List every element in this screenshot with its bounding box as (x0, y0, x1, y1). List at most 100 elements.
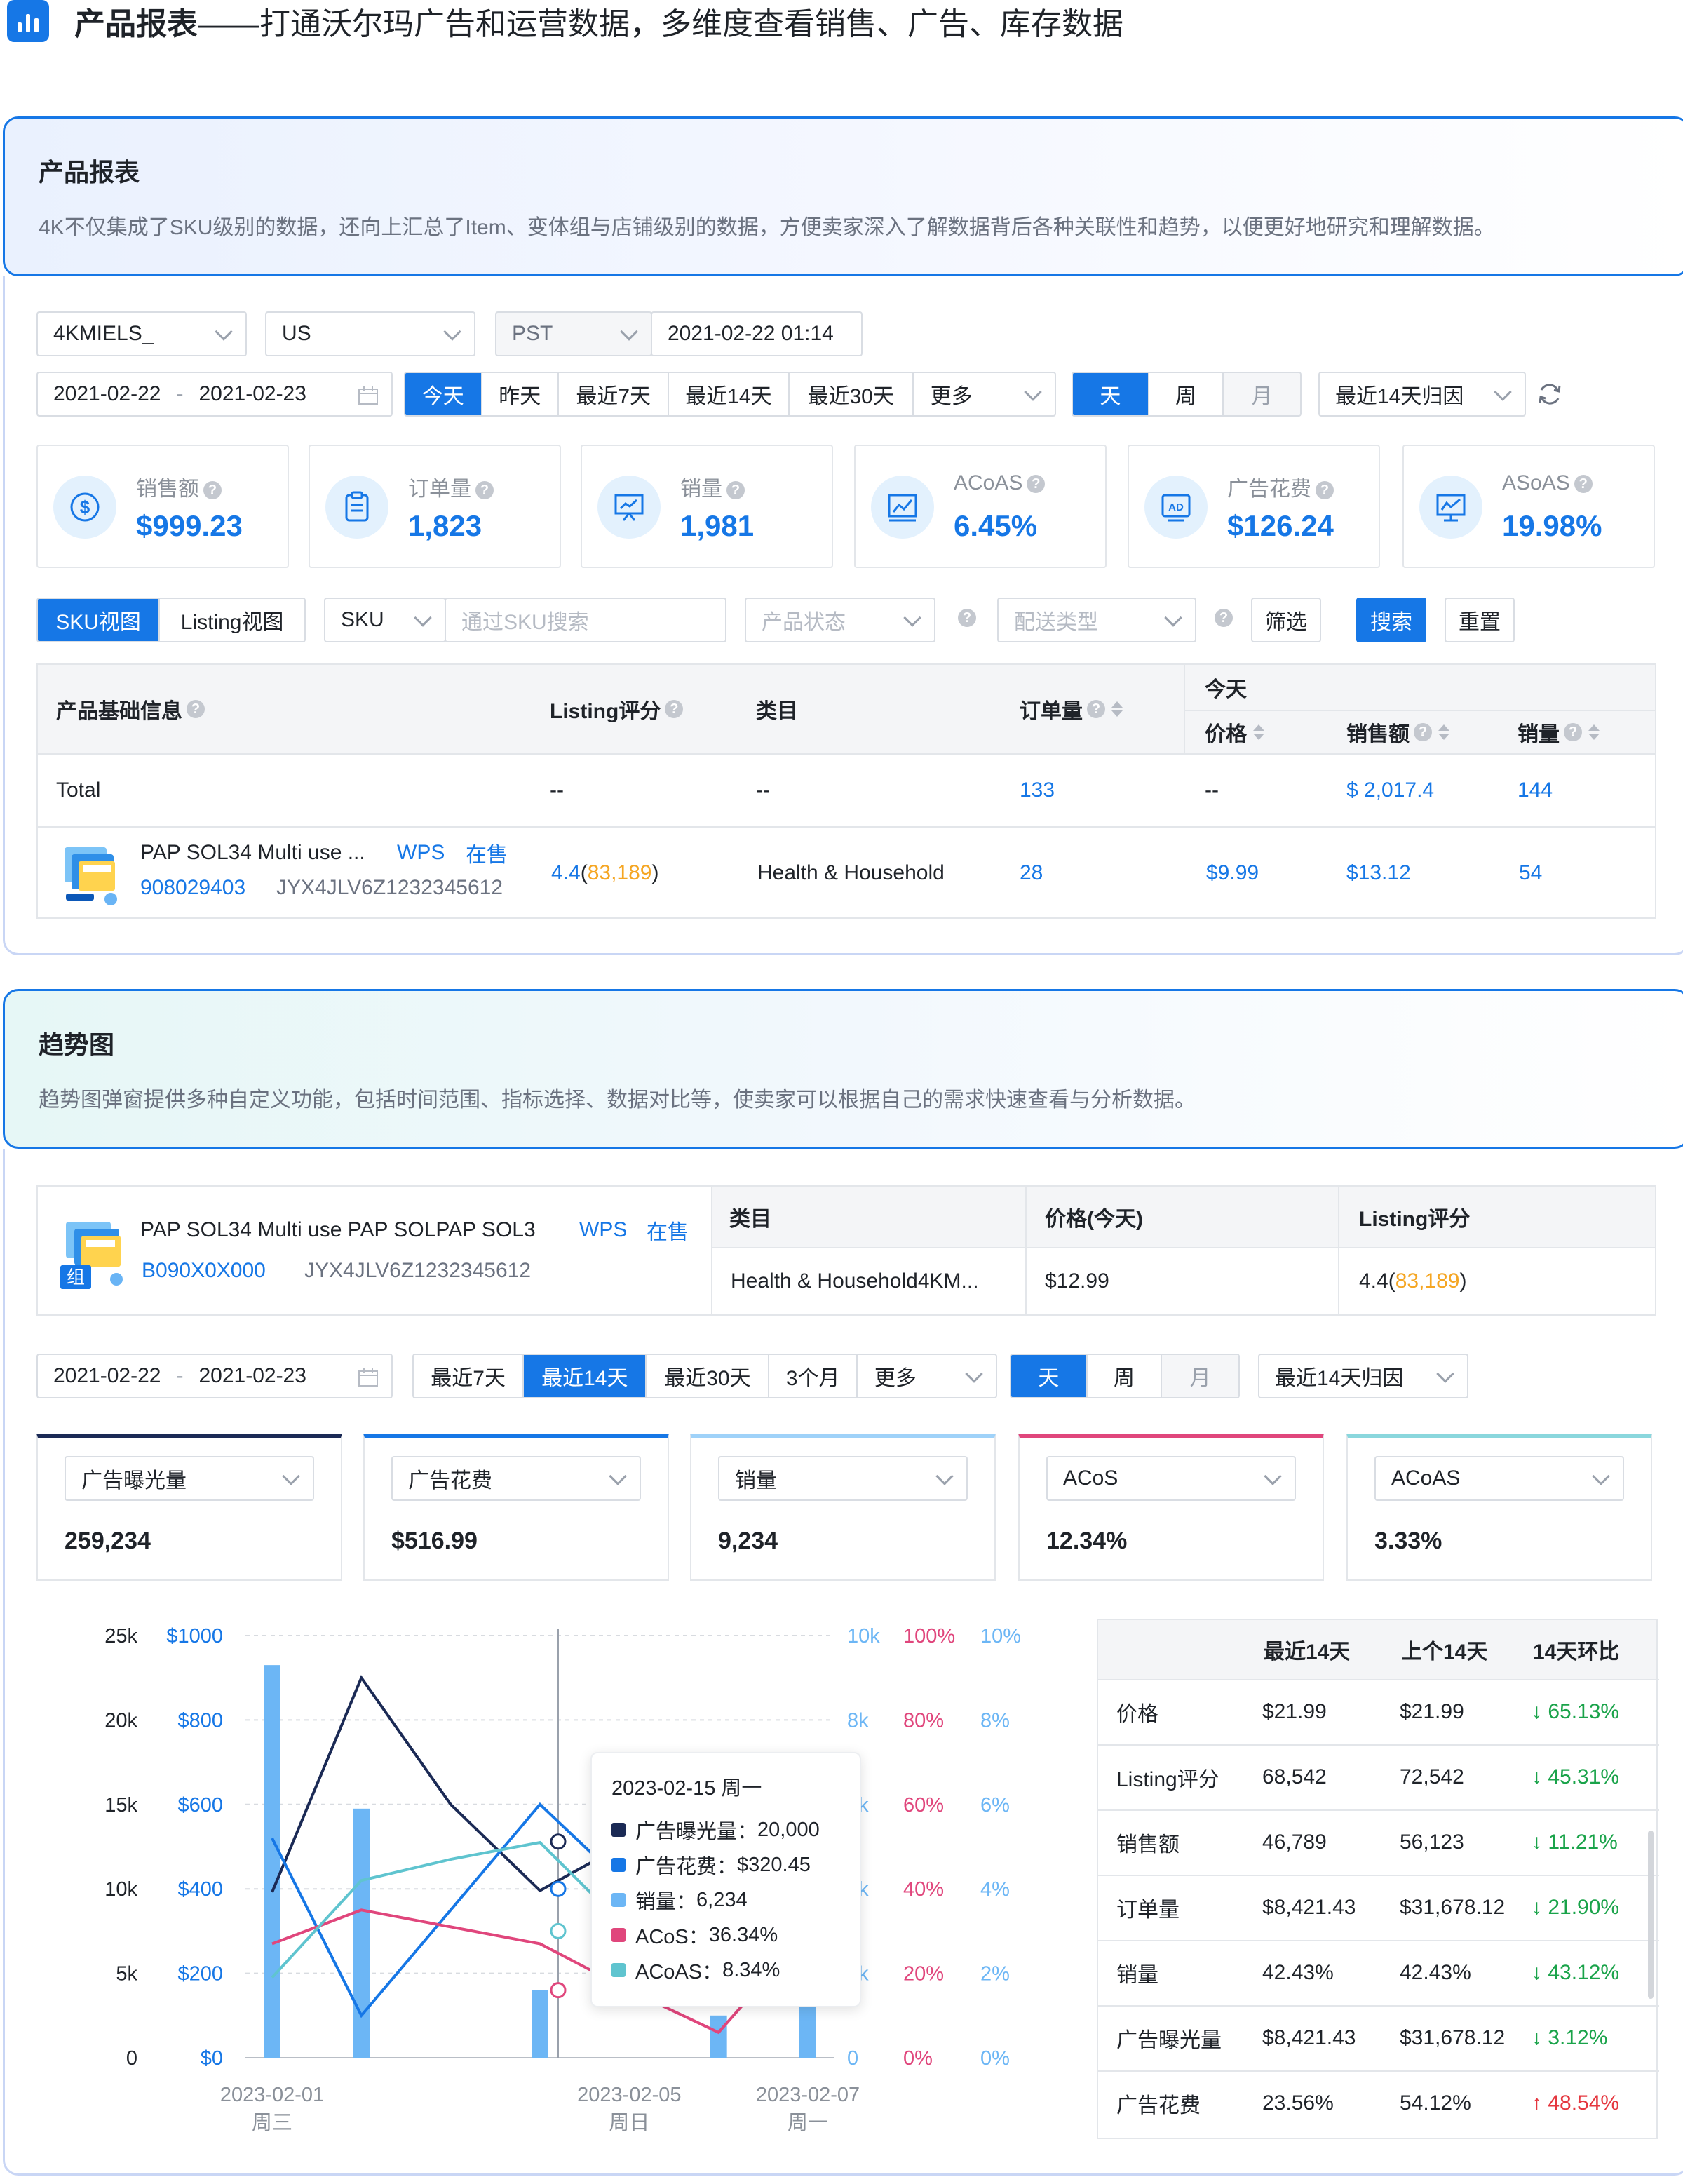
gran-day[interactable]: 天 (1073, 373, 1149, 415)
product-id[interactable]: 908029403 (140, 871, 245, 905)
col-product-info: 产品基础信息? (56, 665, 205, 753)
trend-chart[interactable]: 25k 20k 15k 10k 5k 0 $1000 $800 $600 $400 $200 $0 10… (28, 1606, 1066, 2153)
store-select[interactable]: 4KMIELS_ (36, 311, 247, 356)
range-7d[interactable]: 最近7天 (559, 373, 670, 415)
axis-tick-label: 8k (847, 1709, 869, 1732)
comparison-table: 最近14天 上个14天 14天环比 价格 $21.99 $21.99 ↓ 65.13%… (1097, 1619, 1659, 2139)
axis-tick-label: $0 (201, 2047, 223, 2070)
range-more[interactable]: 更多 (914, 373, 1055, 415)
col-orders[interactable]: 订单量? (1020, 665, 1125, 753)
tooltip-row: ACoAS： 8.34% (611, 1953, 840, 1988)
axis-tick-label: 10k (104, 1878, 137, 1901)
tab-sku-view[interactable]: SKU视图 (38, 599, 161, 641)
sort-icon[interactable] (1586, 722, 1602, 742)
range-yesterday[interactable]: 昨天 (482, 373, 560, 415)
help-icon[interactable]: ? (726, 481, 745, 500)
metric-select[interactable]: ACoAS (1374, 1456, 1624, 1501)
attribution-select[interactable]: 最近14天归因 (1258, 1354, 1468, 1398)
range-14d[interactable]: 最近14天 (524, 1355, 647, 1397)
metric-value: 9,234 (718, 1528, 778, 1554)
status-select[interactable]: 产品状态 (745, 598, 935, 642)
attribution-select[interactable]: 最近14天归因 (1318, 372, 1526, 417)
help-icon[interactable]: ? (187, 700, 205, 718)
range-30d[interactable]: 最近30天 (790, 373, 914, 415)
help-icon[interactable]: ? (1414, 723, 1432, 741)
total-orders: 133 (1020, 778, 1055, 802)
range-7d[interactable]: 最近7天 (414, 1355, 525, 1397)
range-3m[interactable]: 3个月 (769, 1355, 858, 1397)
help-icon[interactable]: ? (203, 481, 222, 500)
gran-month[interactable]: 月 (1162, 1355, 1238, 1397)
help-icon[interactable]: ? (475, 481, 494, 500)
row-last-14d: $8,421.43 (1262, 2026, 1356, 2049)
sort-icon[interactable] (1251, 722, 1266, 742)
ship-type-select[interactable]: 配送类型 (997, 598, 1196, 642)
sort-icon[interactable] (1109, 699, 1125, 719)
help-icon[interactable]: ? (1316, 481, 1334, 500)
row-prev-14d: $21.99 (1400, 1700, 1464, 1723)
product-thumbnail[interactable] (59, 840, 126, 908)
product-thumbnail[interactable]: 组 (59, 1216, 136, 1293)
help-icon[interactable]: ? (1574, 475, 1593, 494)
refresh-icon[interactable] (1537, 382, 1562, 407)
timezone-select[interactable]: PST (495, 311, 652, 356)
help-icon[interactable]: ? (1564, 723, 1582, 741)
metric-card-acoas: ACoAS 3.33% (1346, 1434, 1652, 1581)
axis-tick-label: $400 (177, 1878, 223, 1901)
tab-listing-view[interactable]: Listing视图 (160, 599, 304, 641)
date-range-picker[interactable]: 2021-02-22-2021-02-23 (36, 372, 393, 417)
sort-icon[interactable] (1436, 722, 1452, 742)
axis-tick-label: $200 (177, 1963, 223, 1986)
chevron-down-icon (443, 323, 461, 341)
range-more[interactable]: 更多 (858, 1355, 996, 1397)
gran-month[interactable]: 月 (1224, 373, 1300, 415)
quick-range-group: 最近7天 最近14天 最近30天 3个月 更多 (412, 1354, 997, 1398)
col-sales[interactable]: 销售额? (1346, 711, 1452, 753)
chevron-down-icon (903, 609, 921, 627)
product-id[interactable]: B090X0X000 (142, 1251, 266, 1290)
x-tick-day: 周一 (788, 2110, 828, 2134)
date-range-picker[interactable]: 2021-02-22-2021-02-23 (36, 1354, 393, 1398)
axis-tick-label: 20k (104, 1709, 137, 1732)
gran-week[interactable]: 周 (1088, 1355, 1163, 1397)
product-name[interactable]: PAP SOL34 Multi use PAP SOLPAP SOL3 (140, 1211, 536, 1250)
legend-swatch (611, 1823, 626, 1837)
search-type-select[interactable]: SKU (324, 598, 446, 642)
range-30d[interactable]: 最近30天 (647, 1355, 770, 1397)
help-icon[interactable]: ? (1087, 700, 1105, 718)
kpi-value: $999.23 (136, 509, 243, 542)
row-label: 广告花费 (1116, 2094, 1201, 2117)
table-row: 价格 $21.99 $21.99 ↓ 65.13% (1098, 1679, 1659, 1744)
kpi-card: 销量? 1,981 (581, 445, 833, 568)
search-input[interactable]: 通过SKU搜索 (445, 598, 726, 642)
gran-day[interactable]: 天 (1011, 1355, 1088, 1397)
axis-tick-label: $1000 (166, 1625, 223, 1647)
help-icon[interactable]: ? (665, 700, 684, 718)
scrollbar[interactable] (1648, 1831, 1654, 1999)
kpi-card: ASoAS? 19.98% (1402, 445, 1655, 568)
search-button[interactable]: 搜索 (1356, 598, 1426, 642)
row-change: ↓ 65.13% (1532, 1700, 1620, 1723)
help-icon[interactable]: ? (1215, 609, 1233, 627)
col-price[interactable]: 价格 (1205, 711, 1266, 753)
range-today[interactable]: 今天 (405, 373, 482, 415)
reset-button[interactable]: 重置 (1445, 598, 1515, 642)
filter-button[interactable]: 筛选 (1251, 598, 1321, 642)
tooltip-row: 广告花费： $320.45 (611, 1847, 840, 1882)
product-name[interactable]: PAP SOL34 Multi use ... (140, 836, 365, 870)
metric-select[interactable]: 广告曝光量 (65, 1456, 314, 1501)
gran-week[interactable]: 周 (1149, 373, 1224, 415)
total-price: -- (1205, 778, 1219, 802)
help-icon[interactable]: ? (1027, 475, 1046, 494)
metric-select[interactable]: 销量 (718, 1456, 968, 1501)
col-units[interactable]: 销量? (1518, 711, 1602, 753)
x-tick-day: 周三 (252, 2110, 292, 2134)
help-icon[interactable]: ? (958, 609, 976, 627)
metric-select[interactable]: 广告花费 (391, 1456, 641, 1501)
product-rating: 4.4(83,189) (551, 861, 659, 884)
tooltip-value: 36.34% (708, 1923, 778, 1946)
market-select[interactable]: US (265, 311, 475, 356)
range-14d[interactable]: 最近14天 (669, 373, 790, 415)
metric-select[interactable]: ACoS (1046, 1456, 1296, 1501)
tooltip-row: 销量： 6,234 (611, 1882, 840, 1917)
